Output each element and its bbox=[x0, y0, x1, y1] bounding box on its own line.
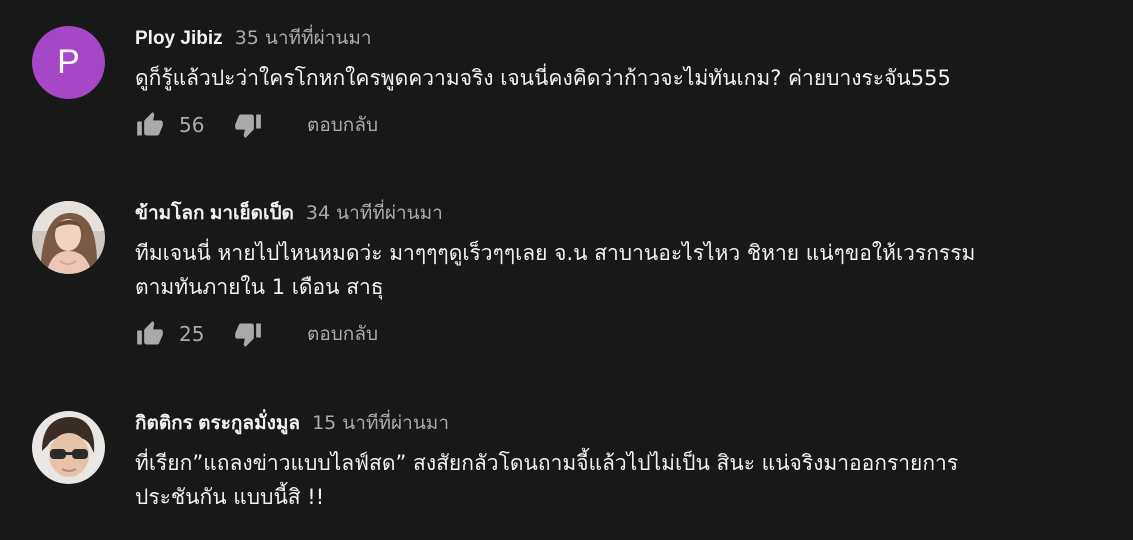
author-name[interactable]: ข้ามโลก มาเย็ดเป็ด bbox=[135, 203, 294, 224]
avatar[interactable]: P bbox=[32, 26, 105, 99]
dislike-button[interactable] bbox=[233, 110, 263, 140]
avatar[interactable] bbox=[32, 411, 105, 484]
like-count: 25 bbox=[179, 322, 205, 346]
comment-text-line: ดูก็รู้แล้วปะว่าใครโกหกใครพูดความจริง เจ… bbox=[135, 66, 951, 90]
comment-text-line: ที่เรียก”แถลงข่าวแบบไลฟ์สด” สงสัยกลัวโดน… bbox=[135, 451, 959, 475]
comment-text-line: ทีมเจนนี่ หายไปไหนหมดว่ะ มาๆๆๆดูเร็วๆๆเล… bbox=[135, 241, 976, 265]
like-button[interactable] bbox=[135, 110, 165, 140]
like-count: 56 bbox=[179, 113, 205, 137]
comment-body: ข้ามโลก มาเย็ดเป็ด 34 นาทีที่ผ่านมา ทีมเ… bbox=[135, 201, 1112, 350]
author-name[interactable]: กิตติกร ตระกูลมั่งมูล bbox=[135, 413, 300, 434]
avatar-letter: P bbox=[57, 43, 80, 81]
comment-text-line: ตามทันภายใน 1 เดือน สาธุ bbox=[135, 275, 384, 299]
comment-body: Ploy Jibiz 35 นาทีที่ผ่านมา ดูก็รู้แล้วป… bbox=[135, 26, 1112, 141]
comment-time[interactable]: 35 นาทีที่ผ่านมา bbox=[235, 27, 372, 49]
reply-button[interactable]: ตอบกลับ bbox=[307, 319, 378, 349]
thumb-up-icon bbox=[137, 321, 163, 345]
dislike-button[interactable] bbox=[233, 319, 263, 349]
comment-text: ทีมเจนนี่ หายไปไหนหมดว่ะ มาๆๆๆดูเร็วๆๆเล… bbox=[135, 236, 1112, 304]
avatar-photo bbox=[32, 201, 105, 274]
thumb-down-icon bbox=[235, 114, 261, 138]
comment-time[interactable]: 34 นาทีที่ผ่านมา bbox=[306, 202, 443, 224]
avatar[interactable] bbox=[32, 201, 105, 274]
like-button[interactable] bbox=[135, 319, 165, 349]
reply-button[interactable]: ตอบกลับ bbox=[307, 110, 378, 140]
avatar-photo bbox=[32, 411, 105, 484]
comment-header: Ploy Jibiz 35 นาทีที่ผ่านมา bbox=[135, 26, 1112, 51]
author-name[interactable]: Ploy Jibiz bbox=[135, 28, 223, 49]
comment-text-line: ประชันกัน แบบนี้สิ !! bbox=[135, 485, 325, 509]
comment-text: ดูก็รู้แล้วปะว่าใครโกหกใครพูดความจริง เจ… bbox=[135, 61, 1112, 95]
comment-actions: 56 ตอบกลับ bbox=[135, 109, 1112, 141]
comment-time[interactable]: 15 นาทีที่ผ่านมา bbox=[312, 412, 449, 434]
comment-header: กิตติกร ตระกูลมั่งมูล 15 นาทีที่ผ่านมา bbox=[135, 411, 1112, 436]
thumb-down-icon bbox=[235, 323, 261, 347]
comment-body: กิตติกร ตระกูลมั่งมูล 15 นาทีที่ผ่านมา ท… bbox=[135, 411, 1112, 514]
comment-header: ข้ามโลก มาเย็ดเป็ด 34 นาทีที่ผ่านมา bbox=[135, 201, 1112, 226]
comment-actions: 25 ตอบกลับ bbox=[135, 318, 1112, 350]
thumb-up-icon bbox=[137, 112, 163, 136]
comment-text: ที่เรียก”แถลงข่าวแบบไลฟ์สด” สงสัยกลัวโดน… bbox=[135, 446, 1112, 514]
